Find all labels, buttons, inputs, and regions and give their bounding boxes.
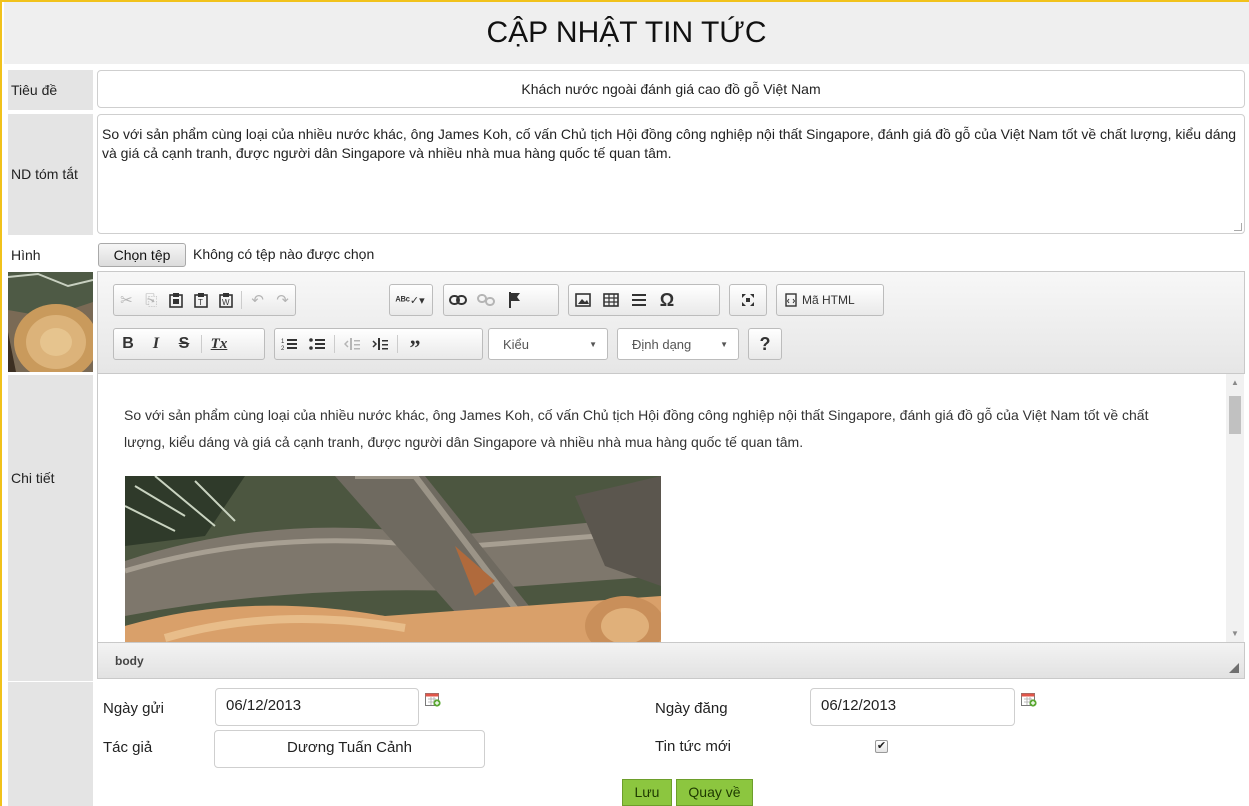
back-button[interactable]: Quay về: [676, 779, 753, 806]
editor-content-text: So với sản phẩm cùng loại của nhiều nước…: [124, 407, 1149, 450]
editor-content-image: [125, 476, 661, 642]
source-button[interactable]: Mã HTML: [777, 293, 863, 307]
svg-text:2: 2: [281, 346, 285, 351]
blockquote-icon[interactable]: ”: [401, 330, 429, 360]
posted-date-label: Ngày đăng: [655, 700, 728, 717]
help-icon[interactable]: ?: [749, 330, 781, 358]
label-summary: ND tóm tắt: [8, 114, 93, 235]
insert-group: Ω: [568, 284, 720, 316]
scroll-down-icon[interactable]: ▼: [1226, 629, 1244, 638]
author-input[interactable]: Dương Tuấn Cảnh: [214, 730, 485, 768]
format-group: B I S Tx: [113, 328, 265, 360]
file-status-text: Không có tệp nào được chọn: [193, 246, 375, 262]
editor-resize-handle[interactable]: [1229, 663, 1239, 673]
paragraph-group: 12 ”: [274, 328, 483, 360]
image-thumbnail: [8, 272, 93, 372]
redo-icon[interactable]: ↷: [270, 286, 295, 314]
toolbar-separator: [397, 335, 398, 353]
summary-text: So với sản phẩm cùng loại của nhiều nước…: [102, 126, 1237, 161]
unlink-icon[interactable]: [472, 286, 500, 314]
page-title: CẬP NHẬT TIN TỨC: [4, 2, 1249, 64]
style-combo[interactable]: Kiểu ▼: [488, 328, 608, 360]
spellcheck-group: ᴬᴮᶜ✓▾: [389, 284, 433, 316]
posted-date-input[interactable]: 06/12/2013: [810, 688, 1015, 726]
rich-text-editor: ✂ ⎘ T W ↶ ↷ ᴬᴮᶜ✓▾ Ω Mã HTML B I S Tx 1 2…: [97, 271, 1246, 679]
source-icon: [785, 293, 797, 307]
link-icon[interactable]: [444, 286, 472, 314]
svg-text:T: T: [198, 298, 203, 307]
resize-handle[interactable]: [1234, 223, 1242, 231]
clipboard-group: ✂ ⎘ T W ↶ ↷: [113, 284, 296, 316]
editor-content[interactable]: So với sản phẩm cùng loại của nhiều nước…: [98, 374, 1246, 642]
element-path[interactable]: body: [115, 654, 144, 668]
scroll-thumb[interactable]: [1229, 396, 1241, 434]
strike-icon[interactable]: S: [170, 330, 198, 358]
svg-text:W: W: [222, 298, 230, 307]
editor-scrollbar[interactable]: ▲ ▼: [1226, 374, 1244, 642]
bulleted-list-icon[interactable]: [303, 330, 331, 358]
summary-textarea[interactable]: So với sản phẩm cùng loại của nhiều nước…: [97, 114, 1245, 234]
outdent-icon[interactable]: [338, 330, 366, 358]
paste-word-icon[interactable]: W: [214, 286, 239, 314]
help-group: ?: [748, 328, 782, 360]
chevron-down-icon: ▼: [720, 339, 728, 349]
toolbar-separator: [241, 291, 243, 309]
copy-icon[interactable]: ⎘: [139, 286, 164, 314]
link-group: [443, 284, 559, 316]
special-char-icon[interactable]: Ω: [653, 286, 681, 314]
label-detail: Chi tiết: [8, 375, 93, 681]
source-label: Mã HTML: [802, 293, 855, 307]
chevron-down-icon: ▼: [589, 339, 597, 349]
scroll-up-icon[interactable]: ▲: [1226, 378, 1244, 387]
toolbar-separator: [201, 335, 202, 353]
sent-date-label: Ngày gửi: [103, 700, 164, 717]
image-icon[interactable]: [569, 286, 597, 314]
italic-icon[interactable]: I: [142, 330, 170, 358]
format-combo[interactable]: Định dạng ▼: [617, 328, 739, 360]
editor-status-bar: body: [98, 642, 1244, 678]
save-button[interactable]: Lưu: [622, 779, 672, 806]
editor-toolbar: ✂ ⎘ T W ↶ ↷ ᴬᴮᶜ✓▾ Ω Mã HTML B I S Tx 1 2…: [98, 272, 1244, 374]
paste-text-icon[interactable]: T: [189, 286, 214, 314]
new-news-label: Tin tức mới: [655, 738, 731, 755]
sent-date-input[interactable]: 06/12/2013: [215, 688, 419, 726]
calendar-icon[interactable]: [1021, 692, 1037, 707]
label-image: Hình: [8, 239, 93, 271]
author-label: Tác giả: [103, 739, 153, 756]
remove-format-icon[interactable]: Tx: [205, 330, 233, 358]
label-title: Tiêu đề: [8, 70, 93, 110]
indent-icon[interactable]: [366, 330, 394, 358]
maximize-group: [729, 284, 767, 316]
format-combo-label: Định dạng: [632, 336, 692, 352]
bold-icon[interactable]: B: [114, 330, 142, 358]
cut-icon[interactable]: ✂: [114, 286, 139, 314]
paste-icon[interactable]: [164, 286, 189, 314]
undo-icon[interactable]: ↶: [245, 286, 270, 314]
numbered-list-icon[interactable]: 12: [275, 330, 303, 358]
label-meta-empty: [8, 682, 93, 806]
spellcheck-icon[interactable]: ᴬᴮᶜ✓▾: [390, 286, 430, 314]
style-combo-label: Kiểu: [503, 336, 530, 352]
table-icon[interactable]: [597, 286, 625, 314]
title-input[interactable]: Khách nước ngoài đánh giá cao đồ gỗ Việt…: [97, 70, 1245, 108]
toolbar-separator: [334, 335, 335, 353]
svg-text:1: 1: [281, 339, 285, 345]
source-group[interactable]: Mã HTML: [776, 284, 884, 316]
horizontal-rule-icon[interactable]: [625, 286, 653, 314]
new-news-checkbox[interactable]: ✔: [875, 740, 888, 753]
maximize-icon[interactable]: [730, 286, 766, 314]
calendar-icon[interactable]: [425, 692, 441, 707]
anchor-icon[interactable]: [500, 286, 528, 314]
choose-file-button[interactable]: Chọn tệp: [98, 243, 186, 267]
